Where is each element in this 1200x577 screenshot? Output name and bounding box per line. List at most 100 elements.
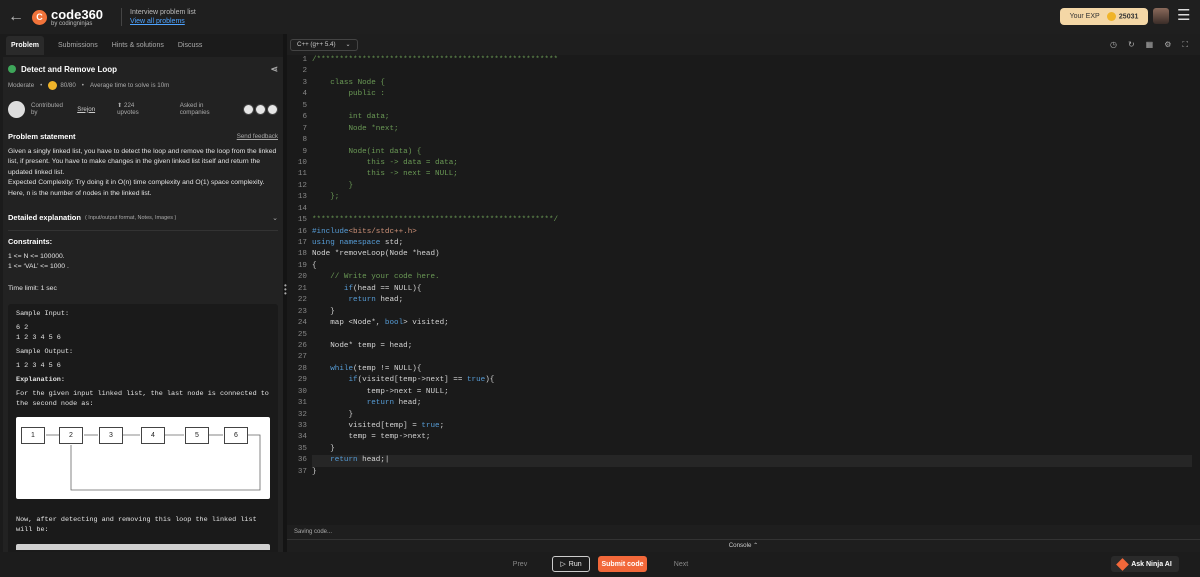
code-line: class Node { <box>312 78 385 87</box>
line-number: 32 <box>297 410 307 419</box>
diagram-node: 4 <box>141 427 165 445</box>
logo[interactable]: C code360 by codingninjas <box>32 8 103 27</box>
line-number: 13 <box>297 193 307 202</box>
coin-icon <box>1106 12 1116 21</box>
code-line: /***************************************… <box>312 56 559 64</box>
line-number: 29 <box>297 376 307 385</box>
explanation-text: For the given input linked list, the las… <box>16 390 269 409</box>
diagram-node: 5 <box>185 427 209 445</box>
code-line: temp->next = NULL; <box>312 387 449 396</box>
line-number: 5 <box>302 101 307 110</box>
back-arrow-icon[interactable]: ← <box>0 8 32 26</box>
user-avatar[interactable] <box>1153 8 1169 24</box>
tab-submissions[interactable]: Submissions <box>58 42 98 49</box>
result-diagram-preview <box>16 544 270 551</box>
bottom-action-bar: Prev ▷ Run Submit code Next Ask Ninja AI <box>0 552 1200 577</box>
logo-badge-icon: C <box>32 9 47 25</box>
company-logo-icon <box>267 103 279 115</box>
code-line: Node *next; <box>312 124 399 133</box>
constraint-val: 1 <= ‘VAL’ <= 1000 . <box>8 263 69 271</box>
settings-gear-icon[interactable]: ⚙ <box>1164 40 1171 50</box>
reset-icon[interactable]: ↻ <box>1128 40 1135 50</box>
fullscreen-icon[interactable]: ⛶ <box>1182 40 1188 50</box>
line-number: 33 <box>297 422 307 430</box>
layout-icon[interactable]: ▦ <box>1146 40 1154 50</box>
ninja-ai-icon <box>1116 557 1130 571</box>
chevron-down-icon: ⌄ <box>272 214 278 222</box>
ask-ninja-ai-label: Ask Ninja AI <box>1131 560 1172 568</box>
code-line: ****************************************… <box>312 216 559 225</box>
line-number: 36 <box>297 456 307 465</box>
code-line: visited[temp] = true; <box>312 422 445 430</box>
code-line: #include<bits/stdc++.h> <box>312 227 417 236</box>
code-line: if(head == NULL){ <box>343 284 422 293</box>
play-icon: ▷ <box>560 561 566 568</box>
problem-title: Detect and Remove Loop <box>21 64 118 74</box>
tab-problem[interactable]: Problem <box>6 35 45 55</box>
editor-toolbar: C++ (g++ 5.4) ⌄ ◷ ↻ ▦ ⚙ ⛶ <box>287 34 1200 55</box>
code-lines[interactable]: /***************************************… <box>312 55 1192 478</box>
logo-text: code360 <box>51 6 104 22</box>
solved-check-icon <box>8 65 16 73</box>
statement-heading: Problem statement <box>8 132 76 141</box>
code-area[interactable]: 1 2 3 4 5 6 7 8 9 10 11 12 13 14 15 16 17 18 19 20 21 22 23 24 2… <box>287 55 1200 525</box>
code-line: using namespace std; <box>312 239 404 247</box>
diagram-node: 3 <box>99 427 123 445</box>
code-line: while(temp != NULL){ <box>330 364 422 373</box>
expected-complexity: Expected Complexity: Try doing it in O(n… <box>8 179 265 197</box>
code-line: return head; <box>348 296 404 305</box>
send-feedback-link[interactable]: Send feedback <box>237 133 278 140</box>
line-number: 27 <box>297 353 307 362</box>
language-select[interactable]: C++ (g++ 5.4) ⌄ <box>290 38 358 51</box>
line-number: 30 <box>297 387 307 396</box>
line-number: 14 <box>297 204 307 213</box>
line-number: 31 <box>297 399 307 408</box>
code-line: } <box>312 410 354 419</box>
run-label: Run <box>568 560 582 568</box>
author-link[interactable]: Srejon <box>77 106 95 113</box>
company-logo-icon <box>255 103 267 115</box>
prev-button[interactable]: Prev <box>505 556 535 572</box>
problem-panel[interactable]: Detect and Remove Loop ⋖ Moderate • 80/8… <box>3 57 283 552</box>
contributor-row: Contributed by Srejon ⬆ 224 upvotes Aske… <box>8 100 279 118</box>
line-number: 23 <box>297 307 307 316</box>
timer-icon[interactable]: ◷ <box>1110 40 1117 50</box>
code-line: return head; <box>366 399 422 408</box>
hamburger-menu-icon[interactable]: ☰ <box>1177 8 1190 23</box>
ask-ninja-ai-button[interactable]: Ask Ninja AI <box>1111 556 1179 572</box>
divider <box>8 230 278 232</box>
company-logos[interactable] <box>243 103 279 115</box>
code-line: } <box>312 181 354 190</box>
run-button[interactable]: ▷ Run <box>552 556 590 572</box>
next-button[interactable]: Next <box>666 556 696 572</box>
tab-hints-solutions[interactable]: Hints & solutions <box>112 42 164 49</box>
share-icon[interactable]: ⋖ <box>270 64 278 75</box>
line-number-gutter: 1 2 3 4 5 6 7 8 9 10 11 12 13 14 15 16 17 18 19 20 21 22 23 24 2… <box>287 55 307 478</box>
line-number: 37 <box>297 467 307 476</box>
tab-discuss[interactable]: Discuss <box>178 42 203 49</box>
view-all-problems-link[interactable]: View all problems <box>130 18 185 25</box>
code-line: } <box>312 307 335 316</box>
line-number: 17 <box>297 239 307 247</box>
line-number: 20 <box>297 273 307 282</box>
line-number: 16 <box>297 227 307 236</box>
exp-badge[interactable]: Your EXP 25031 <box>1060 8 1148 25</box>
code-line: public : <box>312 90 385 99</box>
line-number: 7 <box>302 124 307 133</box>
explanation-label: Explanation: <box>16 376 65 385</box>
exp-value: 25031 <box>1118 13 1139 21</box>
line-number: 6 <box>302 113 307 122</box>
detailed-explanation-sub: ( Input/output format, Notes, Images ) <box>84 214 177 221</box>
sample-output-label: Sample Output: <box>16 348 74 357</box>
console-toggle[interactable]: Console ⌃ <box>287 539 1200 552</box>
line-number: 10 <box>297 158 307 167</box>
upvote-button[interactable]: ⬆ 224 upvotes <box>117 102 158 116</box>
detailed-explanation-toggle[interactable]: Detailed explanation ( Input/output form… <box>8 213 278 222</box>
line-number: 4 <box>302 90 307 99</box>
diagram-node: 2 <box>59 427 83 445</box>
line-number: 3 <box>302 78 307 87</box>
submit-code-button[interactable]: Submit code <box>598 556 647 572</box>
code-line: { <box>312 261 317 270</box>
